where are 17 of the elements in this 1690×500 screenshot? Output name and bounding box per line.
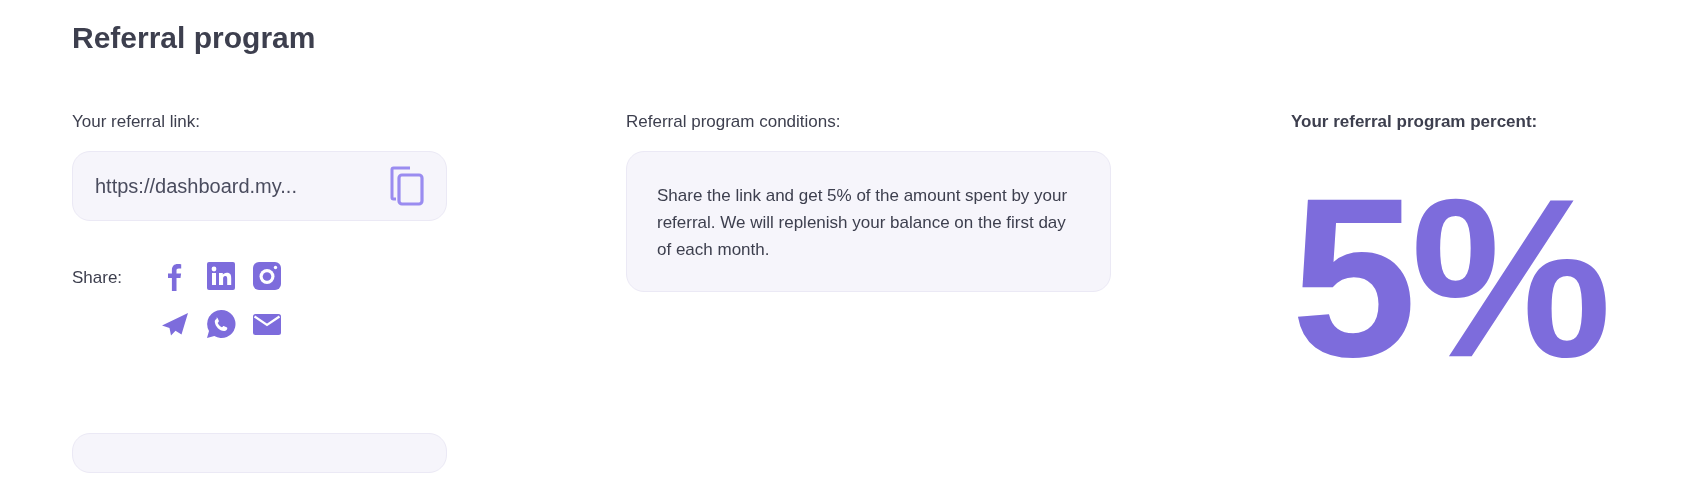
conditions-text: Share the link and get 5% of the amount spent by your referral. We will replenish your balance on the first day of each month. [626, 150, 1111, 292]
percent-value: 5% [1291, 164, 1606, 391]
linkedin-share-link[interactable] [206, 260, 237, 291]
phone-bubble-icon [206, 308, 237, 339]
copy-icon [390, 165, 424, 206]
percent-label: Your referral program percent: [1291, 111, 1539, 133]
field-label: Referral program conditions: [626, 111, 842, 133]
camera-icon [252, 260, 283, 291]
referral-link-field[interactable]: https://dashboard.my... [72, 150, 447, 221]
link-text: https://dashboard.my... [95, 173, 297, 199]
share-label: Share: [72, 266, 123, 289]
linkedin-icon [206, 260, 237, 291]
field-label: Your referral link: [72, 111, 201, 133]
phone-bubble-share-link[interactable] [206, 308, 237, 339]
copy-button[interactable] [390, 165, 424, 206]
camera-share-link[interactable] [252, 260, 283, 291]
page-title: Referral program [72, 20, 317, 56]
